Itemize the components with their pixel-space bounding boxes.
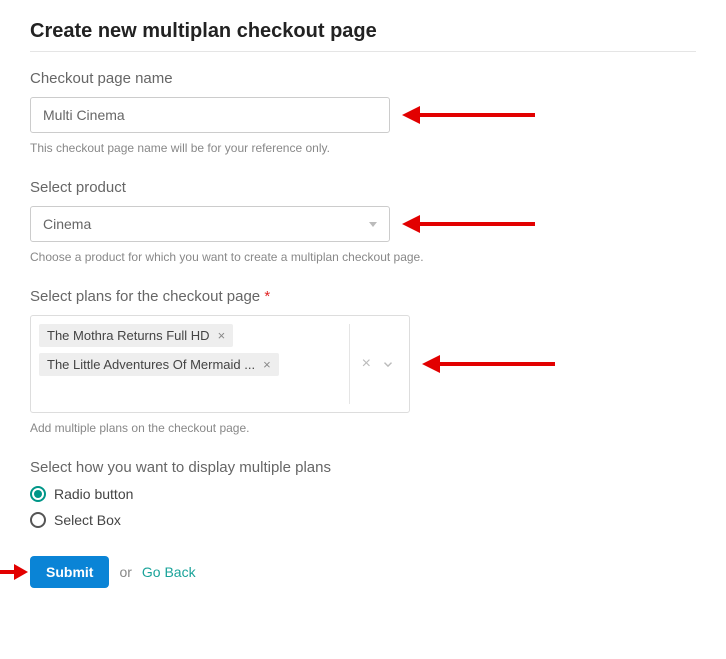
label-select-plans-text: Select plans for the checkout page: [30, 288, 260, 305]
radio-label: Radio button: [54, 486, 133, 502]
field-display-mode: Select how you want to display multiple …: [30, 459, 696, 528]
required-mark: *: [264, 288, 270, 305]
divider: [30, 51, 696, 52]
label-checkout-name: Checkout page name: [30, 70, 696, 87]
field-select-product: Select product Cinema Choose a product f…: [30, 179, 696, 264]
close-icon[interactable]: ×: [263, 357, 271, 372]
submit-button[interactable]: Submit: [30, 556, 109, 588]
chevron-down-icon[interactable]: [381, 357, 395, 371]
arrow-icon: [422, 355, 555, 373]
go-back-link[interactable]: Go Back: [142, 564, 196, 580]
helper-select-product: Choose a product for which you want to c…: [30, 250, 696, 264]
helper-select-plans: Add multiple plans on the checkout page.: [30, 421, 696, 435]
field-checkout-name: Checkout page name This checkout page na…: [30, 70, 696, 155]
radio-option-select-box[interactable]: Select Box: [30, 512, 696, 528]
plans-multiselect[interactable]: The Mothra Returns Full HD × The Little …: [30, 315, 410, 413]
chip-label: The Little Adventures Of Mermaid ...: [47, 357, 255, 372]
arrow-icon: [402, 106, 535, 124]
arrow-icon: [402, 215, 535, 233]
radio-icon: [30, 486, 46, 502]
product-select-value: Cinema: [43, 216, 91, 232]
field-select-plans: Select plans for the checkout page * The…: [30, 288, 696, 435]
checkout-name-input[interactable]: [30, 97, 390, 133]
caret-down-icon: [369, 222, 377, 227]
helper-checkout-name: This checkout page name will be for your…: [30, 141, 696, 155]
label-display-mode: Select how you want to display multiple …: [30, 459, 696, 476]
radio-icon: [30, 512, 46, 528]
label-select-plans: Select plans for the checkout page *: [30, 288, 696, 305]
clear-all-icon[interactable]: ×: [362, 355, 371, 373]
close-icon[interactable]: ×: [218, 328, 226, 343]
chips-area: The Mothra Returns Full HD × The Little …: [39, 324, 349, 404]
label-select-product: Select product: [30, 179, 696, 196]
chip[interactable]: The Mothra Returns Full HD ×: [39, 324, 233, 347]
page-title: Create new multiplan checkout page: [30, 20, 696, 43]
radio-label: Select Box: [54, 512, 121, 528]
or-text: or: [119, 564, 131, 580]
chip[interactable]: The Little Adventures Of Mermaid ... ×: [39, 353, 279, 376]
chip-label: The Mothra Returns Full HD: [47, 328, 210, 343]
product-select[interactable]: Cinema: [30, 206, 390, 242]
radio-option-radio-button[interactable]: Radio button: [30, 486, 696, 502]
arrow-icon: [0, 564, 28, 580]
